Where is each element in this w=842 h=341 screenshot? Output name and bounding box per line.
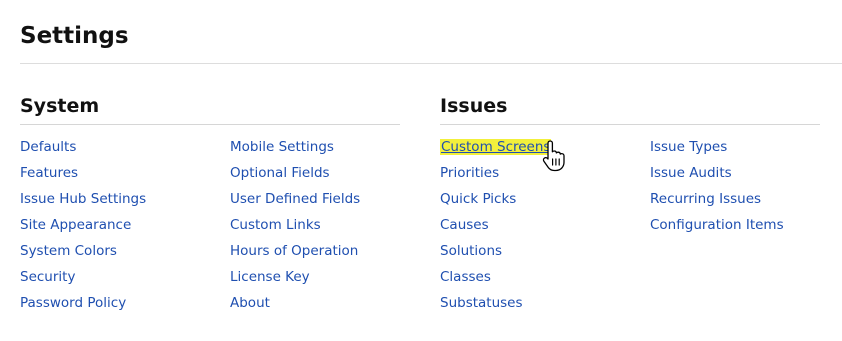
link-issue-types[interactable]: Issue Types xyxy=(650,139,727,155)
link-solutions[interactable]: Solutions xyxy=(440,243,502,259)
link-causes[interactable]: Causes xyxy=(440,217,489,233)
issues-divider xyxy=(440,124,820,125)
link-security[interactable]: Security xyxy=(20,269,75,285)
issues-links-column-2: Issue Types Issue Audits Recurring Issue… xyxy=(650,133,784,237)
page-title: Settings xyxy=(20,23,129,49)
link-priorities[interactable]: Priorities xyxy=(440,165,499,181)
system-section: System Defaults Features Issue Hub Setti… xyxy=(20,93,400,311)
link-user-defined-fields[interactable]: User Defined Fields xyxy=(230,191,360,207)
link-hours-of-operation[interactable]: Hours of Operation xyxy=(230,243,358,259)
system-heading: System xyxy=(20,95,100,117)
link-password-policy[interactable]: Password Policy xyxy=(20,295,126,311)
hand-pointer-icon xyxy=(542,140,565,172)
link-issue-audits[interactable]: Issue Audits xyxy=(650,165,732,181)
link-issue-hub-settings[interactable]: Issue Hub Settings xyxy=(20,191,146,207)
link-optional-fields[interactable]: Optional Fields xyxy=(230,165,330,181)
link-license-key[interactable]: License Key xyxy=(230,269,310,285)
title-divider xyxy=(20,63,842,64)
issues-section: Issues Custom Screens Priorities Quick P… xyxy=(440,93,820,311)
link-classes[interactable]: Classes xyxy=(440,269,491,285)
link-system-colors[interactable]: System Colors xyxy=(20,243,117,259)
issues-links-column-1: Custom Screens Priorities Quick Picks Ca… xyxy=(440,133,552,315)
link-custom-screens[interactable]: Custom Screens xyxy=(440,139,552,155)
issues-heading: Issues xyxy=(440,95,508,117)
link-substatuses[interactable]: Substatuses xyxy=(440,295,523,311)
link-mobile-settings[interactable]: Mobile Settings xyxy=(230,139,334,155)
settings-page: Settings System Defaults Features Issue … xyxy=(0,0,842,341)
link-custom-links[interactable]: Custom Links xyxy=(230,217,321,233)
link-defaults[interactable]: Defaults xyxy=(20,139,76,155)
link-about[interactable]: About xyxy=(230,295,270,311)
link-configuration-items[interactable]: Configuration Items xyxy=(650,217,784,233)
system-links-column-2: Mobile Settings Optional Fields User Def… xyxy=(230,133,360,315)
system-links-column-1: Defaults Features Issue Hub Settings Sit… xyxy=(20,133,146,315)
link-recurring-issues[interactable]: Recurring Issues xyxy=(650,191,761,207)
system-divider xyxy=(20,124,400,125)
link-features[interactable]: Features xyxy=(20,165,78,181)
link-quick-picks[interactable]: Quick Picks xyxy=(440,191,516,207)
link-site-appearance[interactable]: Site Appearance xyxy=(20,217,131,233)
